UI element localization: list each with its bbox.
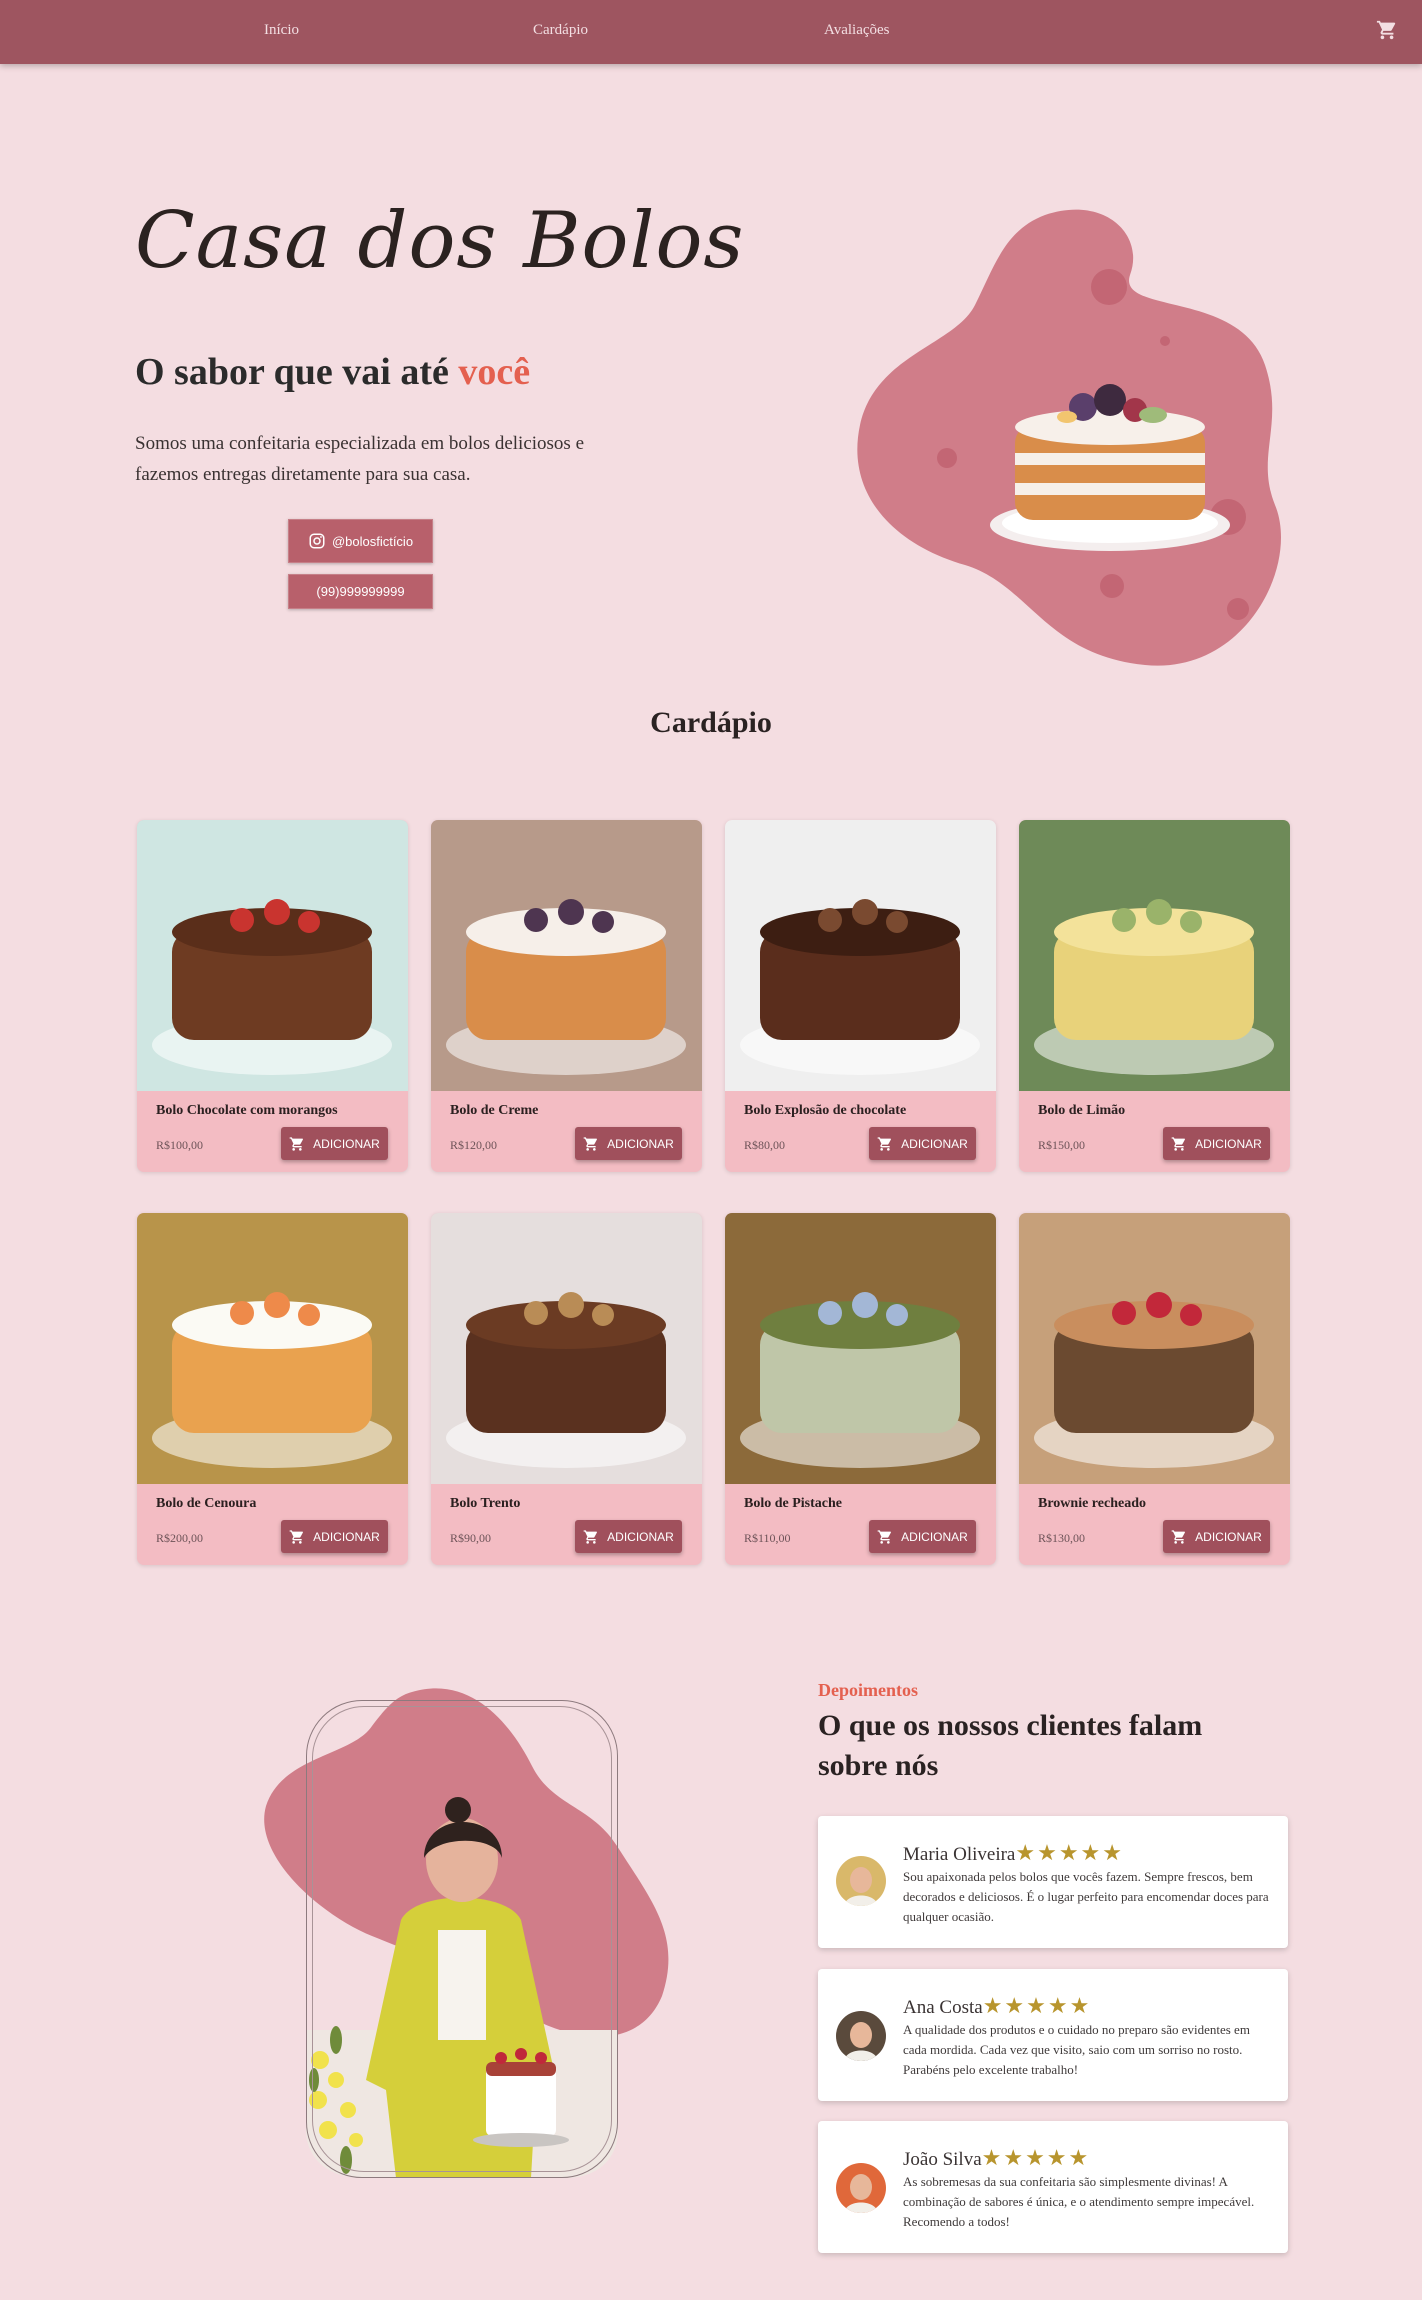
testimonial-text: A qualidade dos produtos e o cuidado no … — [903, 2022, 1250, 2077]
add-to-cart-label: ADICIONAR — [607, 1136, 674, 1151]
product-price: R$110,00 — [744, 1531, 791, 1545]
product-image — [1019, 820, 1290, 1091]
testimonial-text: As sobremesas da sua confeitaria são sim… — [903, 2174, 1255, 2229]
add-to-cart-button[interactable]: ADICIONAR — [575, 1520, 682, 1553]
product-name: Bolo Chocolate com morangos — [156, 1103, 338, 1118]
product-card: Bolo Trento R$90,00 ADICIONAR — [431, 1213, 702, 1565]
cart-icon — [289, 1529, 304, 1544]
product-image — [431, 820, 702, 1091]
add-to-cart-label: ADICIONAR — [313, 1136, 380, 1151]
nav-link-inicio[interactable]: Início — [264, 22, 299, 39]
add-to-cart-button[interactable]: ADICIONAR — [869, 1127, 976, 1160]
hero-subtitle-prefix: O sabor que vai até — [135, 351, 449, 393]
add-to-cart-label: ADICIONAR — [1195, 1529, 1262, 1544]
product-card: Bolo de Creme R$120,00 ADICIONAR — [431, 820, 702, 1172]
add-to-cart-button[interactable]: ADICIONAR — [869, 1520, 976, 1553]
hero-subtitle: O sabor que vai até você — [135, 350, 530, 394]
product-price: R$90,00 — [450, 1531, 492, 1545]
hero-subtitle-highlight: você — [458, 351, 531, 393]
hero-title: Casa dos Bolos — [135, 196, 745, 286]
product-image — [1019, 1213, 1290, 1484]
product-card: Brownie recheado R$130,00 ADICIONAR — [1019, 1213, 1290, 1565]
testimonials-label: Depoimentos — [818, 1680, 918, 1700]
phone-number: (99)999999999 — [316, 584, 405, 599]
phone-button[interactable]: (99)999999999 — [288, 574, 433, 609]
cart-icon — [1171, 1529, 1186, 1544]
rating-stars: ★★★★★ — [1015, 1840, 1124, 1865]
add-to-cart-button[interactable]: ADICIONAR — [1163, 1127, 1270, 1160]
product-card: Bolo Explosão de chocolate R$80,00 ADICION… — [725, 820, 996, 1172]
add-to-cart-button[interactable]: ADICIONAR — [281, 1127, 388, 1160]
instagram-button[interactable]: @bolosfictício — [288, 519, 433, 563]
product-price: R$130,00 — [1038, 1531, 1086, 1545]
hero-cake-image — [990, 384, 1230, 551]
testimonial-text: Sou apaixonada pelos bolos que vocês faz… — [903, 1869, 1269, 1924]
author-name: Maria Oliveira — [903, 1844, 1016, 1865]
menu-title: Cardápio — [650, 706, 772, 739]
add-to-cart-label: ADICIONAR — [901, 1529, 968, 1544]
testimonial-author: Ana Costa★★★★★ — [903, 1993, 1091, 2019]
add-to-cart-label: ADICIONAR — [313, 1529, 380, 1544]
add-to-cart-button[interactable]: ADICIONAR — [1163, 1520, 1270, 1553]
instagram-icon — [309, 533, 325, 549]
instagram-handle: @bolosfictício — [331, 533, 414, 549]
product-name: Bolo Trento — [450, 1496, 521, 1511]
rating-stars: ★★★★★ — [981, 2145, 1091, 2170]
cart-icon — [289, 1136, 304, 1151]
cart-icon — [583, 1136, 598, 1151]
product-image — [725, 820, 996, 1091]
product-price: R$100,00 — [156, 1138, 204, 1152]
avatar — [836, 2011, 886, 2061]
testimonial-card: Ana Costa★★★★★ A qualidade dos produtos e… — [818, 1969, 1288, 2101]
avatar — [836, 2163, 886, 2213]
product-image — [431, 1213, 702, 1484]
product-price: R$200,00 — [156, 1531, 204, 1545]
product-name: Bolo Explosão de chocolate — [744, 1103, 907, 1118]
product-name: Bolo de Pistache — [744, 1496, 842, 1511]
product-name: Brownie recheado — [1038, 1496, 1146, 1511]
product-name: Bolo de Creme — [450, 1103, 539, 1118]
product-card: Bolo de Cenoura R$200,00 ADICIONAR — [137, 1213, 408, 1565]
rating-stars: ★★★★★ — [982, 1993, 1092, 2018]
author-name: Ana Costa — [903, 1997, 983, 2018]
add-to-cart-label: ADICIONAR — [901, 1136, 968, 1151]
avatar — [836, 1856, 886, 1906]
testimonial-card: João Silva★★★★★ As sobremesas da sua conf… — [818, 2121, 1288, 2253]
photo-frame-inner — [312, 1706, 612, 2172]
product-image — [725, 1213, 996, 1484]
product-price: R$120,00 — [450, 1138, 498, 1152]
cart-icon — [1171, 1136, 1186, 1151]
author-name: João Silva — [903, 2149, 982, 2170]
cart-icon — [877, 1529, 892, 1544]
product-name: Bolo de Limão — [1038, 1103, 1126, 1118]
add-to-cart-button[interactable]: ADICIONAR — [575, 1127, 682, 1160]
product-card: Bolo de Limão R$150,00 ADICIONAR — [1019, 820, 1290, 1172]
product-price: R$150,00 — [1038, 1138, 1086, 1152]
add-to-cart-label: ADICIONAR — [1195, 1136, 1262, 1151]
hero-description: Somos uma confeitaria especializada em b… — [135, 433, 584, 485]
nav-link-cardapio[interactable]: Cardápio — [533, 22, 588, 39]
product-card: Bolo Chocolate com morangos R$100,00 ADICI… — [137, 820, 408, 1172]
add-to-cart-label: ADICIONAR — [607, 1529, 674, 1544]
product-price: R$80,00 — [744, 1138, 786, 1152]
testimonial-card: Maria Oliveira★★★★★ Sou apaixonada pelos … — [818, 1816, 1288, 1948]
add-to-cart-button[interactable]: ADICIONAR — [281, 1520, 388, 1553]
testimonial-author: Maria Oliveira★★★★★ — [903, 1840, 1124, 1866]
testimonial-author: João Silva★★★★★ — [903, 2145, 1090, 2171]
product-name: Bolo de Cenoura — [156, 1496, 257, 1511]
product-image — [137, 1213, 408, 1484]
testimonials-title: O que os nossos clientes falam sobre nós — [818, 1709, 1203, 1782]
cart-icon — [877, 1136, 892, 1151]
cart-icon — [583, 1529, 598, 1544]
nav-link-avaliacoes[interactable]: Avaliações — [824, 22, 890, 39]
product-image — [137, 820, 408, 1091]
cart-icon[interactable] — [1376, 19, 1398, 41]
top-navbar: Início Cardápio Avaliações — [0, 0, 1422, 64]
product-card: Bolo de Pistache R$110,00 ADICIONAR — [725, 1213, 996, 1565]
